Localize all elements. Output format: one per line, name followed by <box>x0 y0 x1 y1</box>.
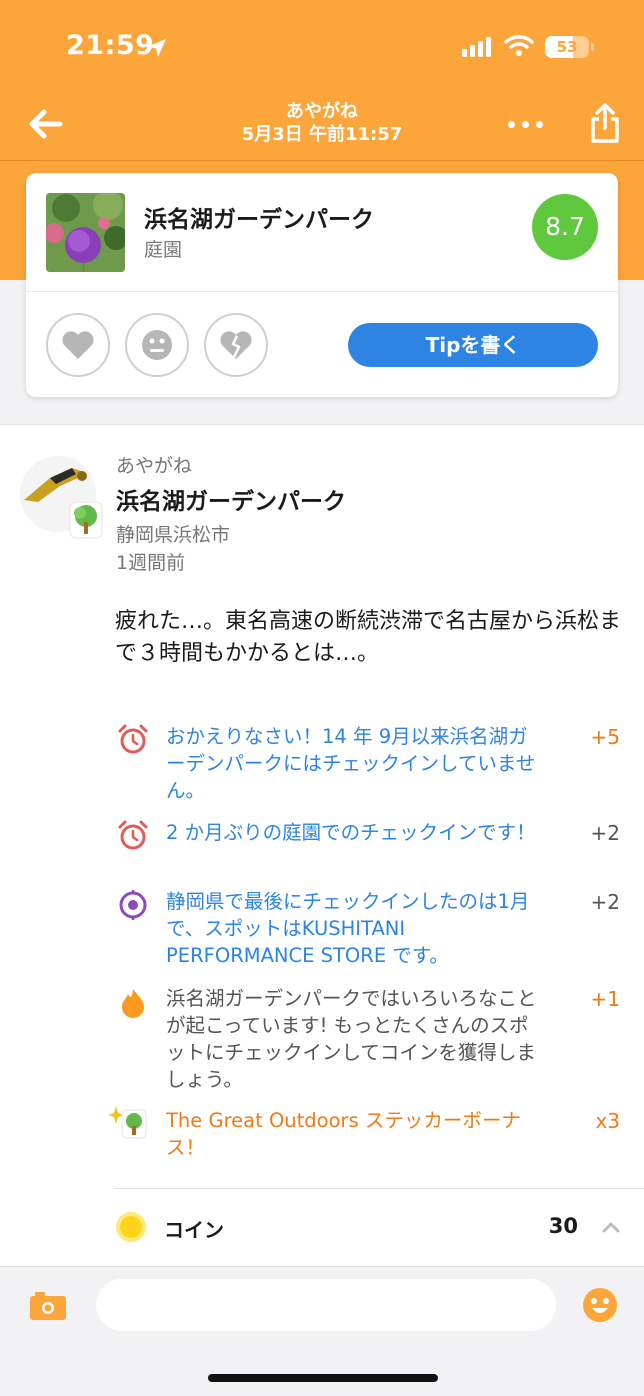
neutral-button[interactable] <box>125 313 189 377</box>
tree-sticker-icon <box>108 1106 147 1139</box>
dislike-button[interactable] <box>204 313 268 377</box>
cellular-signal-icon <box>462 37 491 57</box>
bonus-points: +2 <box>590 821 620 845</box>
bonus-text-garden[interactable]: 2 か月ぶりの庭園でのチェックインです！ <box>166 819 546 846</box>
post-user[interactable]: あやがね <box>116 451 192 478</box>
tree-badge-icon <box>69 501 103 539</box>
emoji-icon[interactable] <box>582 1287 618 1323</box>
like-button[interactable] <box>46 313 110 377</box>
venue-photo[interactable] <box>46 193 125 272</box>
wifi-icon <box>504 35 534 56</box>
neutral-face-icon <box>142 330 172 360</box>
alarm-clock-icon <box>118 820 148 850</box>
nav-title: あやがね 5月3日 午前11:57 <box>180 100 464 146</box>
card-divider <box>26 291 618 292</box>
venue-card[interactable]: 浜名湖ガーデンパーク 庭園 8.7 Tipを書く <box>26 173 618 397</box>
coin-divider <box>114 1188 644 1189</box>
bonus-text-welcome-back[interactable]: おかえりなさい！14 年 9月以来浜名湖ガーデンパークにはチェックインしていませ… <box>166 723 546 804</box>
post-body: 疲れた…。東名高速の断続渋滞で名古屋から浜松まで３時間もかかるとは…。 <box>115 609 622 666</box>
broken-heart-icon <box>220 331 252 359</box>
coin-icon <box>116 1212 146 1242</box>
battery-level: 53 <box>556 38 578 56</box>
bonus-text-sticker[interactable]: The Great Outdoors ステッカーボーナス！ <box>166 1107 546 1161</box>
chevron-up-icon[interactable] <box>600 1216 622 1238</box>
post-location: 静岡県浜松市 <box>116 524 231 546</box>
bonus-points: +1 <box>590 987 620 1011</box>
bonus-text-activity: 浜名湖ガーデンパークではいろいろなことが起こっています! もっとたくさんのスポッ… <box>166 987 537 1091</box>
nav-datetime: 5月3日 午前11:57 <box>241 124 403 145</box>
post-venue[interactable]: 浜名湖ガーデンパーク <box>116 482 346 516</box>
venue-name[interactable]: 浜名湖ガーデンパーク <box>144 200 374 234</box>
more-options-icon[interactable] <box>500 110 550 138</box>
share-icon[interactable] <box>588 102 622 144</box>
comment-input[interactable] <box>96 1279 556 1331</box>
venue-category: 庭園 <box>144 239 183 261</box>
battery-cap <box>591 43 594 51</box>
coin-label: コイン <box>164 1218 224 1242</box>
write-tip-button[interactable]: Tipを書く <box>348 323 598 367</box>
header-divider <box>0 160 644 161</box>
flame-icon <box>122 989 144 1018</box>
battery-icon: 53 <box>545 36 589 58</box>
venue-score-badge: 8.7 <box>532 194 598 260</box>
bonus-text-prefecture[interactable]: 静岡県で最後にチェックインしたのは1月で、スポットはKUSHITANI PERF… <box>166 888 546 969</box>
heart-icon <box>62 331 94 359</box>
back-arrow-icon[interactable] <box>26 104 66 144</box>
bonus-points: +2 <box>590 890 620 914</box>
nav-user: あやがね <box>286 101 358 122</box>
bonus-points: +5 <box>590 725 620 749</box>
coin-total: 30 <box>548 1214 578 1238</box>
post-time: 1週間前 <box>116 552 186 574</box>
bonus-multiplier: x3 <box>595 1109 620 1133</box>
alarm-clock-icon <box>118 724 148 754</box>
location-pin-icon <box>119 890 147 920</box>
location-arrow-icon <box>148 39 166 57</box>
status-time: 21:59 <box>66 30 155 61</box>
home-indicator <box>208 1374 438 1382</box>
camera-icon[interactable] <box>30 1292 66 1320</box>
